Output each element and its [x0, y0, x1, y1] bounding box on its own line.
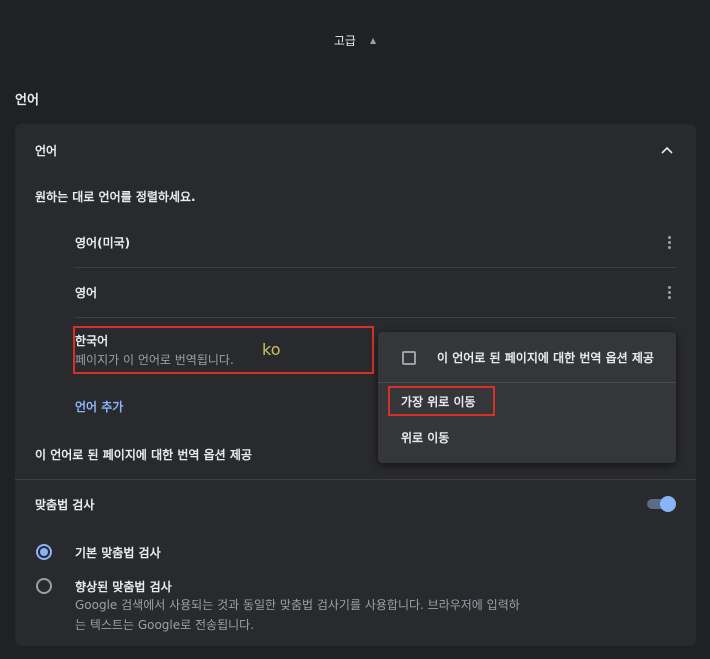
advanced-label: 고급: [333, 33, 356, 48]
language-context-menu: 이 언어로 된 페이지에 대한 번역 옵션 제공 가장 위로 이동 위로 이동: [378, 332, 676, 463]
more-vert-icon[interactable]: [662, 235, 676, 251]
language-subtitle: 페이지가 이 언어로 번역됩니다.: [75, 353, 234, 367]
spellcheck-title: 맞춤법 검사: [35, 498, 95, 512]
radio-subtitle: 는 텍스트는 Google로 전송됩니다.: [75, 618, 255, 632]
offer-translate-label: 이 언어로 된 페이지에 대한 번역 옵션 제공: [35, 448, 252, 462]
card-header-label: 언어: [35, 143, 58, 158]
menu-checkbox-label[interactable]: 이 언어로 된 페이지에 대한 번역 옵션 제공: [437, 349, 654, 366]
offer-translate-checkbox[interactable]: [402, 351, 416, 365]
add-language-link[interactable]: 언어 추가: [75, 398, 123, 415]
card-header[interactable]: 언어: [35, 140, 675, 160]
chevron-up-icon: ▲: [369, 35, 377, 45]
language-name: 영어(미국): [75, 236, 131, 250]
spellcheck-toggle[interactable]: [645, 496, 677, 512]
radio-enhanced-spellcheck[interactable]: [36, 578, 52, 594]
divider: [75, 267, 676, 268]
language-name: 한국어: [75, 334, 109, 348]
radio-subtitle: Google 검색에서 사용되는 것과 동일한 맞춤법 검사기를 사용합니다. …: [75, 598, 520, 612]
menu-item-move-to-top[interactable]: 가장 위로 이동: [401, 393, 476, 410]
menu-divider: [378, 382, 676, 383]
more-vert-icon[interactable]: [662, 285, 676, 301]
divider: [75, 317, 676, 318]
language-code-tag: ko: [262, 340, 281, 359]
menu-item-move-up[interactable]: 위로 이동: [401, 429, 449, 446]
language-row: 영어: [75, 284, 676, 301]
language-name: 영어: [75, 286, 98, 300]
languages-description: 원하는 대로 언어를 정렬하세요.: [35, 190, 196, 204]
language-row: 영어(미국): [75, 234, 676, 251]
radio-label: 기본 맞춤법 검사: [75, 546, 161, 560]
section-title: 언어: [15, 93, 39, 108]
advanced-toggle[interactable]: 고급 ▲: [0, 28, 710, 52]
chevron-up-icon[interactable]: [659, 142, 675, 158]
divider: [15, 479, 696, 480]
radio-label: 향상된 맞춤법 검사: [75, 580, 172, 594]
toggle-knob: [660, 496, 676, 512]
radio-basic-spellcheck[interactable]: [36, 544, 52, 560]
